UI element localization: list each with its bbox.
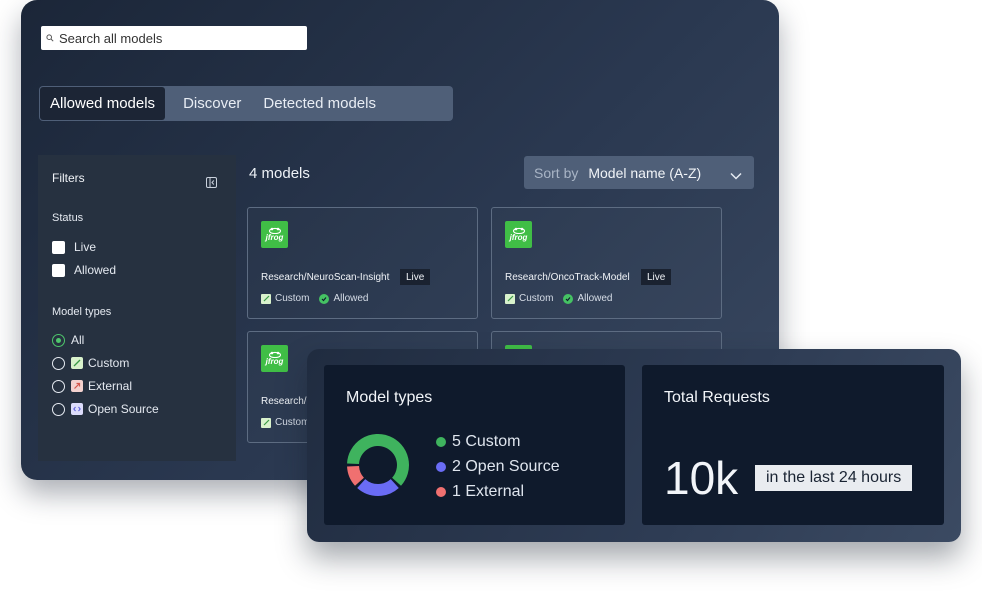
model-tabs: Allowed models Discover Detected models <box>39 86 453 121</box>
search-box[interactable] <box>41 26 307 50</box>
open-source-icon <box>71 403 83 415</box>
sort-label: Sort by <box>534 164 579 181</box>
tab-detected-models[interactable]: Detected models <box>253 87 386 120</box>
custom-icon <box>71 357 83 369</box>
check-icon <box>319 293 330 304</box>
radio-button[interactable] <box>52 379 65 393</box>
model-type-label: Custom <box>275 293 310 304</box>
tab-allowed-models[interactable]: Allowed models <box>40 87 166 120</box>
jfrog-logo: jfrog <box>505 221 532 248</box>
sort-dropdown[interactable]: Sort by Model name (A-Z) <box>524 156 754 189</box>
model-card[interactable]: jfrog Research/NeuroScan-Insight Live Cu… <box>247 207 478 319</box>
model-name: Research/ <box>261 396 307 407</box>
donut-segment-external <box>347 465 365 486</box>
status-badge: Live <box>641 269 672 285</box>
model-meta: Custom Allowed <box>261 293 368 304</box>
model-type-option-custom[interactable]: Custom <box>52 356 129 370</box>
total-requests-panel: Total Requests 10k in the last 24 hours <box>642 365 944 525</box>
checkbox[interactable] <box>52 263 65 277</box>
legend-label: 1 External <box>452 483 525 500</box>
radio-button[interactable] <box>52 333 65 347</box>
status-badge: Live <box>400 269 431 285</box>
model-card[interactable]: jfrog Research/OncoTrack-Model Live Cust… <box>491 207 722 319</box>
model-types-label: Model types <box>52 306 112 318</box>
model-type-option-external[interactable]: External <box>52 379 132 393</box>
legend-label: 5 Custom <box>452 433 521 450</box>
option-label: Open Source <box>88 402 159 416</box>
model-name: Research/NeuroScan-Insight <box>261 272 390 283</box>
legend-dot <box>436 462 446 472</box>
radio-button[interactable] <box>52 356 65 370</box>
model-types-title: Model types <box>346 389 433 406</box>
chevron-down-icon <box>730 167 742 185</box>
option-label: Live <box>74 240 97 254</box>
sort-value: Model name (A-Z) <box>588 164 702 181</box>
total-requests-title: Total Requests <box>664 389 770 406</box>
search-input[interactable] <box>59 30 299 46</box>
model-meta: Custom <box>261 417 309 428</box>
custom-icon <box>261 293 271 304</box>
option-label: External <box>88 379 133 393</box>
option-label: Custom <box>88 356 130 370</box>
radio-button[interactable] <box>52 402 65 416</box>
period-badge: in the last 24 hours <box>755 465 913 491</box>
check-icon <box>563 293 574 304</box>
filters-title: Filters <box>52 171 85 185</box>
status-option-allowed[interactable]: Allowed <box>52 263 116 277</box>
option-label: Allowed <box>74 263 117 277</box>
search-icon <box>41 34 59 42</box>
model-type-option-open-source[interactable]: Open Source <box>52 402 159 416</box>
model-type-option-all[interactable]: All <box>52 333 84 347</box>
jfrog-logo: jfrog <box>261 221 288 248</box>
custom-icon <box>505 293 515 304</box>
external-icon <box>71 380 83 392</box>
filters-panel: Filters Status Live Allowed Model types … <box>38 155 236 461</box>
model-type-label: Custom <box>519 293 554 304</box>
allowed-label: Allowed <box>577 293 613 304</box>
models-count: 4 models <box>249 165 310 182</box>
legend-item-custom: 5 Custom <box>436 433 520 451</box>
legend-dot <box>436 437 446 447</box>
model-types-panel: Model types 5 Custom 2 Open Source 1 Ext… <box>324 365 625 525</box>
jfrog-logo: jfrog <box>261 345 288 372</box>
option-label: All <box>71 333 85 347</box>
checkbox[interactable] <box>52 240 65 254</box>
model-type-label: Custom <box>275 417 310 428</box>
model-meta: Custom Allowed <box>505 293 612 304</box>
legend-item-open-source: 2 Open Source <box>436 458 560 476</box>
legend-item-external: 1 External <box>436 483 524 501</box>
legend-label: 2 Open Source <box>452 458 560 475</box>
donut-segment-open-source <box>357 478 399 496</box>
custom-icon <box>261 417 271 428</box>
collapse-panel-icon[interactable] <box>206 175 217 193</box>
status-option-live[interactable]: Live <box>52 240 96 254</box>
allowed-label: Allowed <box>333 293 369 304</box>
total-requests-value: 10k <box>664 452 739 504</box>
stats-overlay: Model types 5 Custom 2 Open Source 1 Ext… <box>307 349 961 542</box>
model-types-donut <box>347 434 409 496</box>
status-label: Status <box>52 212 84 224</box>
tab-discover[interactable]: Discover <box>173 87 251 120</box>
model-name: Research/OncoTrack-Model <box>505 272 630 283</box>
legend-dot <box>436 487 446 497</box>
